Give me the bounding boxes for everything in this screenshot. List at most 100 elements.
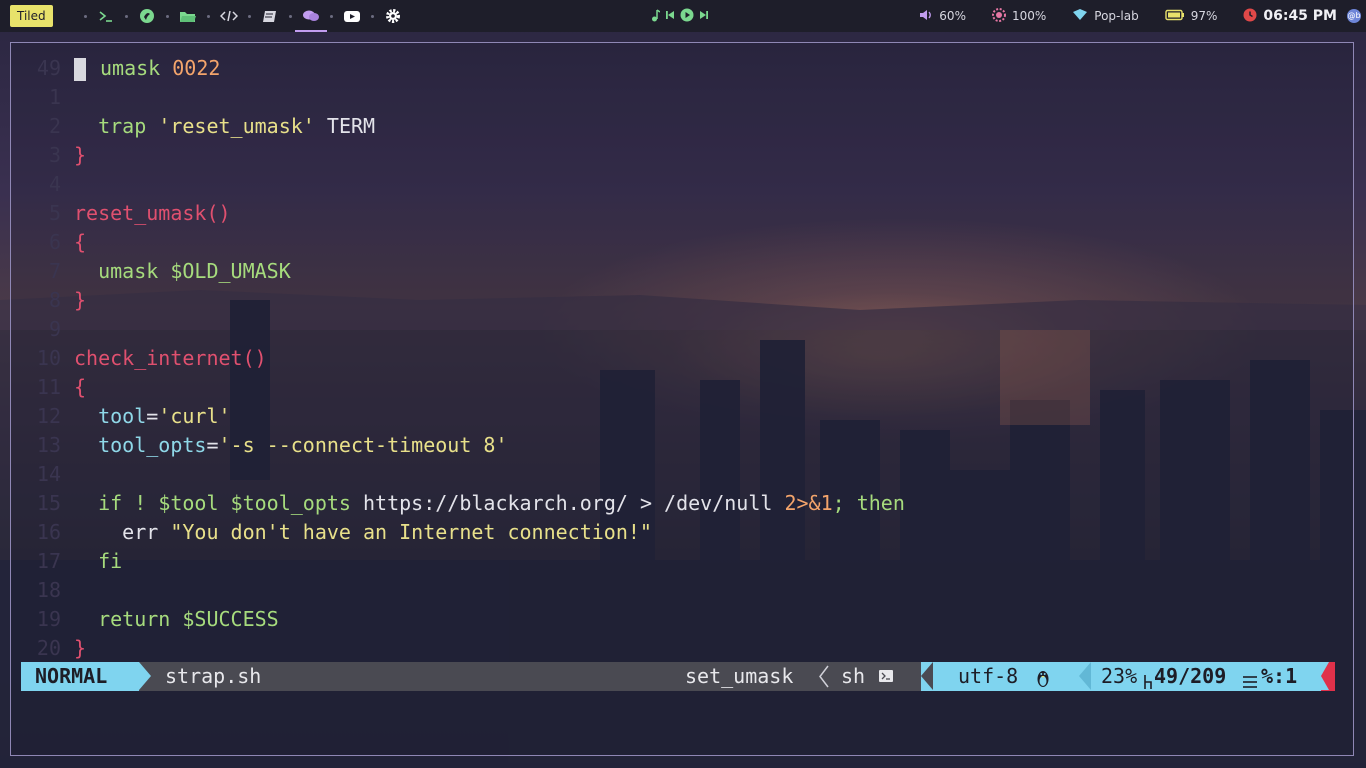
- line-number: 17: [36, 549, 61, 573]
- code-text: trap 'reset_umask' TERM: [74, 112, 375, 141]
- code-token: umask: [100, 56, 173, 80]
- code-line[interactable]: 5 reset_umask(): [11, 199, 1341, 228]
- separator-dot: [125, 14, 128, 18]
- code-line[interactable]: 4: [11, 170, 1341, 199]
- media-controls: [650, 8, 709, 25]
- avatar[interactable]: @b: [1347, 9, 1361, 23]
- code-text: }: [74, 286, 86, 315]
- line-number: 5: [48, 201, 61, 225]
- code-line[interactable]: 7 umask $OLD_UMASK: [11, 257, 1341, 286]
- line-number: 7: [48, 259, 61, 283]
- code-line[interactable]: 8}: [11, 286, 1341, 315]
- volume-indicator[interactable]: 60%: [919, 9, 966, 24]
- battery-value: 97%: [1190, 9, 1218, 23]
- brightness-icon: [991, 7, 1006, 25]
- code-text: fi: [74, 547, 122, 576]
- current-function: set_umask: [685, 664, 794, 688]
- line-number: 3: [48, 143, 61, 167]
- code-line[interactable]: 49 umask 0022: [11, 54, 1341, 83]
- youtube-icon[interactable]: [341, 5, 363, 27]
- code-line[interactable]: 17 fi: [11, 547, 1341, 576]
- line-number: 16: [36, 520, 61, 544]
- chat-icon[interactable]: [295, 5, 327, 32]
- position-segment: 23% 49/209 %:1: [1079, 662, 1335, 691]
- folder-icon[interactable]: [177, 5, 199, 27]
- code-token: =: [206, 433, 219, 457]
- code-line[interactable]: 9: [11, 315, 1341, 344]
- menu-lines-icon: [1242, 669, 1258, 698]
- line-number: 49: [36, 56, 61, 80]
- code-line[interactable]: 3}: [11, 141, 1341, 170]
- volume-icon: [919, 9, 933, 24]
- code-line[interactable]: 15 if ! $tool $tool_opts https://blackar…: [11, 489, 1341, 518]
- code-line[interactable]: 13 tool_opts='-s --connect-timeout 8': [11, 431, 1341, 460]
- code-token: ; then: [832, 491, 905, 515]
- book-icon[interactable]: [259, 5, 281, 27]
- terminal-icon[interactable]: [95, 5, 117, 27]
- line-number: 10: [36, 346, 61, 370]
- clock-icon: [1243, 8, 1257, 25]
- code-icon[interactable]: [218, 5, 240, 27]
- code-text: err "You don't have an Internet connecti…: [74, 518, 652, 547]
- encoding-separator: [921, 662, 933, 690]
- brightness-value: 100%: [1011, 9, 1047, 23]
- code-token: =: [146, 404, 159, 428]
- code-text: if ! $tool $tool_opts https://blackarch.…: [74, 489, 905, 518]
- vim-statusline: NORMAL strap.sh set_umask sh utf-8 23% 4…: [21, 662, 1335, 691]
- encoding: utf-8: [958, 664, 1019, 688]
- code-token: check_internet(): [74, 346, 267, 370]
- gear-icon[interactable]: [382, 5, 404, 27]
- code-text: }: [74, 141, 86, 170]
- code-token: $OLD_UMASK: [170, 259, 291, 283]
- code-line[interactable]: 2 trap 'reset_umask' TERM: [11, 112, 1341, 141]
- system-status: 60% 100% Pop-lab 97% 06:45 PM @b: [919, 0, 1366, 32]
- linux-icon: [1035, 667, 1051, 696]
- line-number-icon: [1143, 669, 1153, 698]
- code-token: umask: [98, 259, 171, 283]
- code-token: err: [74, 520, 171, 544]
- battery-indicator[interactable]: 97%: [1164, 9, 1218, 24]
- code-line[interactable]: 19 return $SUCCESS: [11, 605, 1341, 634]
- position-separator: [1079, 662, 1091, 690]
- volume-value: 60%: [939, 9, 966, 23]
- code-line[interactable]: 20}: [11, 634, 1341, 663]
- layout-mode-indicator[interactable]: Tiled: [10, 5, 53, 27]
- code-token: if !: [98, 491, 159, 515]
- code-token: }: [74, 288, 87, 312]
- code-text: tool='curl': [74, 402, 230, 431]
- code-line[interactable]: 18: [11, 576, 1341, 605]
- scroll-percent: 23%: [1101, 664, 1138, 688]
- line-number: 4: [48, 172, 61, 196]
- code-line[interactable]: 6{: [11, 228, 1341, 257]
- code-line[interactable]: 12 tool='curl': [11, 402, 1341, 431]
- mode-separator: [139, 662, 151, 690]
- code-line[interactable]: 1: [11, 83, 1341, 112]
- brightness-indicator[interactable]: 100%: [991, 7, 1047, 25]
- code-token: TERM: [314, 114, 376, 138]
- code-line[interactable]: 14: [11, 460, 1341, 489]
- line-number: 14: [36, 462, 61, 486]
- code-token: "You don't have an Internet connection!": [170, 520, 652, 544]
- line-position: 49/209: [1154, 664, 1227, 688]
- code-line[interactable]: 11 {: [11, 373, 1341, 402]
- code-line[interactable]: 10 check_internet(): [11, 344, 1341, 373]
- terminal-window[interactable]: 49 umask 0022 1 2 trap 'reset_umask' TERM 3}…: [10, 42, 1354, 756]
- code-line[interactable]: 16 err "You don't have an Internet conne…: [11, 518, 1341, 547]
- code-token: tool: [98, 404, 147, 428]
- encoding-segment: utf-8: [921, 662, 1079, 691]
- separator-dot: [289, 14, 292, 18]
- next-icon[interactable]: [699, 9, 709, 24]
- line-number: 15: [36, 491, 61, 515]
- prev-icon[interactable]: [665, 9, 675, 24]
- brush-icon[interactable]: [136, 5, 158, 27]
- network-indicator[interactable]: Pop-lab: [1072, 8, 1139, 24]
- code-text: {: [74, 228, 86, 257]
- code-token: 2>&1: [784, 491, 833, 515]
- code-token: trap: [98, 114, 159, 138]
- code-token: 'reset_umask': [158, 114, 315, 138]
- play-icon[interactable]: [680, 8, 694, 25]
- clock[interactable]: 06:45 PM: [1243, 8, 1337, 25]
- battery-icon: [1164, 9, 1185, 24]
